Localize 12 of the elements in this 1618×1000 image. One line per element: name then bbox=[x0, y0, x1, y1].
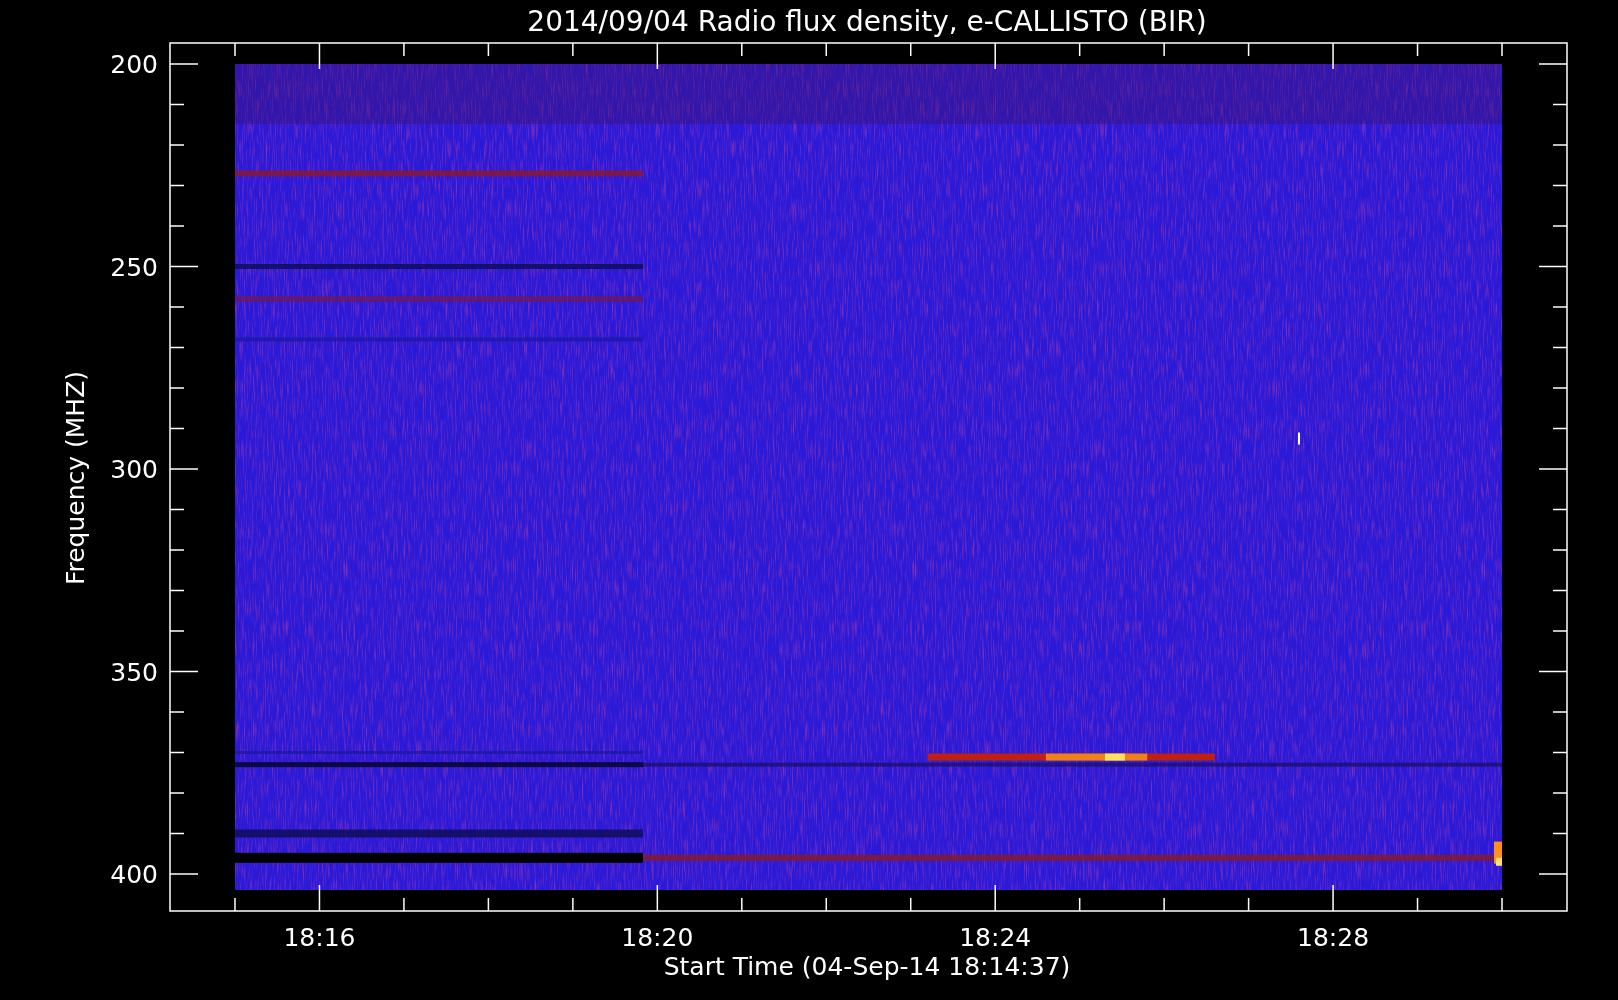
y-tick-label: 350 bbox=[110, 657, 158, 687]
x-tick-label: 18:16 bbox=[283, 923, 356, 952]
x-tick-label: 18:24 bbox=[959, 923, 1032, 952]
x-tick-label: 18:20 bbox=[621, 923, 694, 952]
x-tick-label: 18:28 bbox=[1297, 923, 1370, 952]
y-tick-label: 400 bbox=[110, 860, 158, 889]
chart-title: 2014/09/04 Radio flux density, e-CALLISTO (BIR) bbox=[527, 5, 1207, 38]
y-tick-label: 300 bbox=[110, 455, 158, 484]
y-tick-label: 200 bbox=[110, 50, 158, 79]
y-axis-label: Frequency (MHZ) bbox=[61, 370, 90, 586]
y-tick-label: 250 bbox=[110, 252, 158, 282]
x-axis-label: Start Time (04-Sep-14 18:14:37) bbox=[663, 952, 1071, 981]
